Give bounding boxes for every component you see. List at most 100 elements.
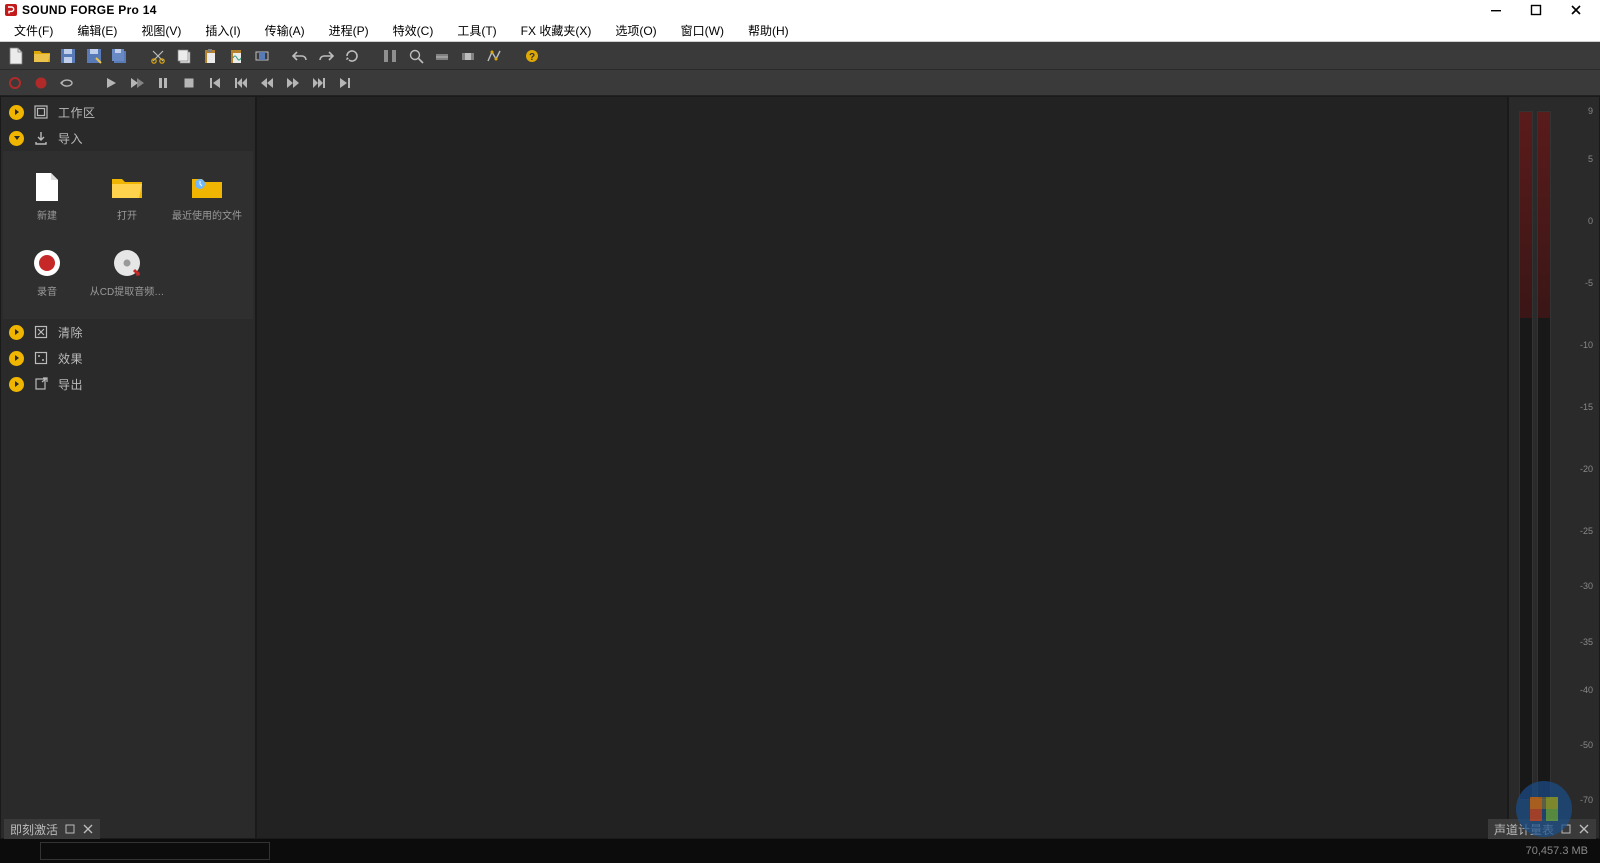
undo-icon[interactable]	[290, 46, 310, 66]
explorer-section-workspace[interactable]: 工作区	[3, 99, 253, 125]
explorer-item-label: 最近使用的文件	[172, 207, 242, 222]
scale-tick: -40	[1557, 685, 1593, 695]
explorer-section-clear[interactable]: 清除	[3, 319, 253, 345]
explorer-item-label: 打开	[117, 207, 137, 222]
menu-file[interactable]: 文件(F)	[2, 20, 65, 41]
scale-tick: -30	[1557, 581, 1593, 591]
explorer-item-new[interactable]: 新建	[7, 159, 87, 235]
export-icon	[34, 377, 48, 391]
explorer-panel: 工作区 导入 新建 打开 最近使用的文件 录音	[0, 96, 256, 839]
chevron-down-icon	[9, 131, 24, 146]
repeat-icon[interactable]	[342, 46, 362, 66]
play-all-icon[interactable]	[128, 74, 146, 92]
transport-toolbar	[0, 70, 1600, 96]
tab-activate-now[interactable]: 即刻激活	[4, 819, 100, 839]
help-icon[interactable]: ?	[522, 46, 542, 66]
open-folder-icon[interactable]	[32, 46, 52, 66]
go-next-icon[interactable]	[310, 74, 328, 92]
chevron-right-icon	[9, 351, 24, 366]
status-bar: 70,457.3 MB	[0, 839, 1600, 863]
explorer-item-record[interactable]: 录音	[7, 235, 87, 311]
record-icon[interactable]	[32, 74, 50, 92]
explorer-item-recent[interactable]: 最近使用的文件	[167, 159, 247, 235]
close-button[interactable]	[1556, 0, 1596, 20]
svg-text:?: ?	[529, 52, 535, 63]
tool-envelope-icon[interactable]	[484, 46, 504, 66]
trim-icon[interactable]	[252, 46, 272, 66]
close-icon[interactable]	[1578, 823, 1590, 835]
scale-tick: -15	[1557, 402, 1593, 412]
scale-tick: -25	[1557, 526, 1593, 536]
play-icon[interactable]	[102, 74, 120, 92]
import-icon	[34, 131, 48, 145]
explorer-item-label: 从CD提取音频…	[90, 283, 164, 298]
menu-bar: 文件(F) 编辑(E) 视图(V) 插入(I) 传输(A) 进程(P) 特效(C…	[0, 20, 1600, 42]
menu-help[interactable]: 帮助(H)	[736, 20, 801, 41]
window-title: SOUND FORGE Pro 14	[22, 3, 157, 17]
explorer-section-export[interactable]: 导出	[3, 371, 253, 397]
menu-insert[interactable]: 插入(I)	[193, 20, 252, 41]
new-file-icon[interactable]	[6, 46, 26, 66]
tool-pencil-icon[interactable]	[432, 46, 452, 66]
explorer-item-label: 录音	[37, 283, 57, 298]
minimize-button[interactable]	[1476, 0, 1516, 20]
redo-icon[interactable]	[316, 46, 336, 66]
explorer-import-body: 新建 打开 最近使用的文件 录音 从CD提取音频…	[3, 151, 253, 319]
paste-icon[interactable]	[200, 46, 220, 66]
dock-icon[interactable]	[64, 823, 76, 835]
explorer-section-label: 导出	[58, 376, 83, 393]
tool-edit-icon[interactable]	[380, 46, 400, 66]
tool-event-icon[interactable]	[458, 46, 478, 66]
go-start-icon[interactable]	[206, 74, 224, 92]
recent-doc-icon	[190, 173, 224, 201]
loop-icon[interactable]	[58, 74, 76, 92]
record-arm-icon[interactable]	[6, 74, 24, 92]
maximize-button[interactable]	[1516, 0, 1556, 20]
scale-tick: -70	[1557, 795, 1593, 805]
explorer-section-label: 工作区	[58, 104, 96, 121]
menu-process[interactable]: 进程(P)	[317, 20, 381, 41]
save-icon[interactable]	[58, 46, 78, 66]
go-prev-icon[interactable]	[232, 74, 250, 92]
pause-icon[interactable]	[154, 74, 172, 92]
new-doc-icon	[30, 173, 64, 201]
standard-toolbar: ?	[0, 42, 1600, 70]
close-icon[interactable]	[82, 823, 94, 835]
chevron-right-icon	[9, 105, 24, 120]
tool-magnify-icon[interactable]	[406, 46, 426, 66]
workspace-icon	[34, 105, 48, 119]
save-all-icon[interactable]	[110, 46, 130, 66]
scale-tick: 9	[1557, 106, 1593, 116]
scale-tick: 0	[1557, 216, 1593, 226]
scale-tick: -50	[1557, 740, 1593, 750]
meter-channel-l	[1519, 111, 1533, 800]
menu-view[interactable]: 视图(V)	[129, 20, 193, 41]
save-as-icon[interactable]	[84, 46, 104, 66]
workspace: 工作区 导入 新建 打开 最近使用的文件 录音	[0, 96, 1600, 839]
menu-edit[interactable]: 编辑(E)	[65, 20, 129, 41]
title-bar: SOUND FORGE Pro 14	[0, 0, 1600, 20]
tab-label: 即刻激活	[10, 821, 58, 838]
explorer-section-effects[interactable]: 效果	[3, 345, 253, 371]
menu-options[interactable]: 选项(O)	[603, 20, 668, 41]
explorer-section-import[interactable]: 导入	[3, 125, 253, 151]
effects-icon	[34, 351, 48, 365]
go-end-icon[interactable]	[336, 74, 354, 92]
explorer-item-extract-cd[interactable]: 从CD提取音频…	[87, 235, 167, 311]
menu-window[interactable]: 窗口(W)	[669, 20, 736, 41]
mix-paste-icon[interactable]	[226, 46, 246, 66]
menu-transport[interactable]: 传输(A)	[253, 20, 317, 41]
stop-icon[interactable]	[180, 74, 198, 92]
menu-effects[interactable]: 特效(C)	[381, 20, 446, 41]
copy-icon[interactable]	[174, 46, 194, 66]
menu-tools[interactable]: 工具(T)	[445, 20, 508, 41]
rewind-icon[interactable]	[258, 74, 276, 92]
dock-icon[interactable]	[1560, 823, 1572, 835]
explorer-item-open[interactable]: 打开	[87, 159, 167, 235]
forward-icon[interactable]	[284, 74, 302, 92]
cut-icon[interactable]	[148, 46, 168, 66]
menu-fx-fav[interactable]: FX 收藏夹(X)	[509, 20, 604, 41]
chevron-right-icon	[9, 377, 24, 392]
tab-channel-meter[interactable]: 声道计量表	[1488, 819, 1596, 839]
tab-label: 声道计量表	[1494, 821, 1554, 838]
